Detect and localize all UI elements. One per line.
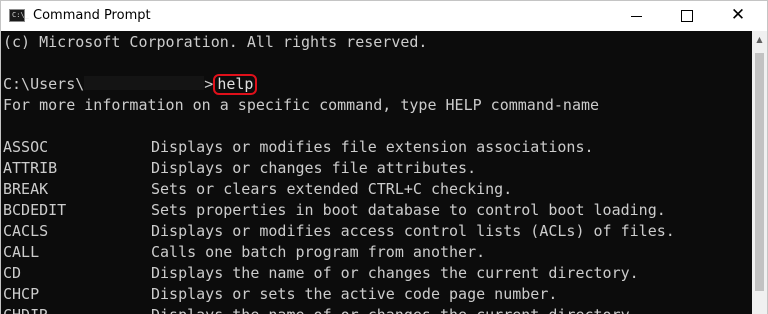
command-name: CHDIR — [3, 305, 48, 314]
command-row: CD Displays the name of or changes the cu… — [3, 242, 639, 282]
command-row: CACLS Displays or modifies access control… — [3, 200, 675, 240]
close-button[interactable]: ✕ — [715, 1, 761, 31]
prompt-prefix: C:\Users\ — [3, 75, 85, 93]
prompt-line: C:\Users\ > help — [3, 74, 258, 95]
close-icon: ✕ — [730, 5, 746, 25]
console-icon[interactable]: C:\_ — [9, 9, 29, 22]
command-row: CHDIR Displays the name of or changes the… — [3, 284, 639, 314]
title-bar[interactable]: C:\_ Command Prompt ✕ — [1, 1, 767, 31]
command-row: BCDEDIT Sets properties in boot database … — [3, 179, 666, 219]
copyright-line: (c) Microsoft Corporation. All rights re… — [3, 33, 428, 51]
command-row: BREAK Sets or clears extended CTRL+C chec… — [3, 158, 512, 198]
help-intro-line: For more information on a specific comma… — [3, 96, 600, 114]
command-description: Calls one batch program from another. — [151, 243, 486, 261]
command-description: Displays or modifies file extension asso… — [151, 138, 594, 156]
command-description: Displays or modifies access control list… — [151, 222, 675, 240]
scrollbar-thumb[interactable] — [755, 53, 764, 291]
vertical-scrollbar[interactable]: ▲ — [752, 31, 767, 314]
command-description: Displays or sets the active code page nu… — [151, 285, 558, 303]
minimize-icon — [631, 16, 642, 17]
scroll-up-arrow-icon[interactable]: ▲ — [752, 31, 767, 48]
command-prompt-window: C:\_ Command Prompt ✕ (c) Microsoft Corp… — [0, 0, 768, 314]
command-description: Displays or changes file attributes. — [151, 159, 477, 177]
command-description: Displays the name of or changes the curr… — [151, 264, 639, 282]
minimize-button[interactable] — [613, 1, 659, 31]
window-title: Command Prompt — [33, 8, 151, 23]
command-row: CALL Calls one batch program from another… — [3, 221, 485, 261]
command-description: Displays the name of or changes the curr… — [151, 305, 639, 314]
console-output[interactable]: (c) Microsoft Corporation. All rights re… — [1, 31, 752, 314]
command-row: ATTRIB Displays or changes file attribute… — [3, 137, 476, 177]
console-icon-glyph: C:\_ — [12, 11, 29, 19]
command-row: CHCP Displays or sets the active code pag… — [3, 263, 557, 303]
maximize-icon — [681, 10, 693, 22]
prompt-suffix: > — [204, 75, 214, 93]
redacted-username — [84, 76, 205, 90]
maximize-button[interactable] — [664, 1, 710, 31]
command-row: ASSOC Displays or modifies file extension… — [3, 116, 594, 156]
command-description: Sets or clears extended CTRL+C checking. — [151, 180, 513, 198]
typed-command: help — [213, 74, 258, 95]
command-description: Sets properties in boot database to cont… — [151, 201, 666, 219]
